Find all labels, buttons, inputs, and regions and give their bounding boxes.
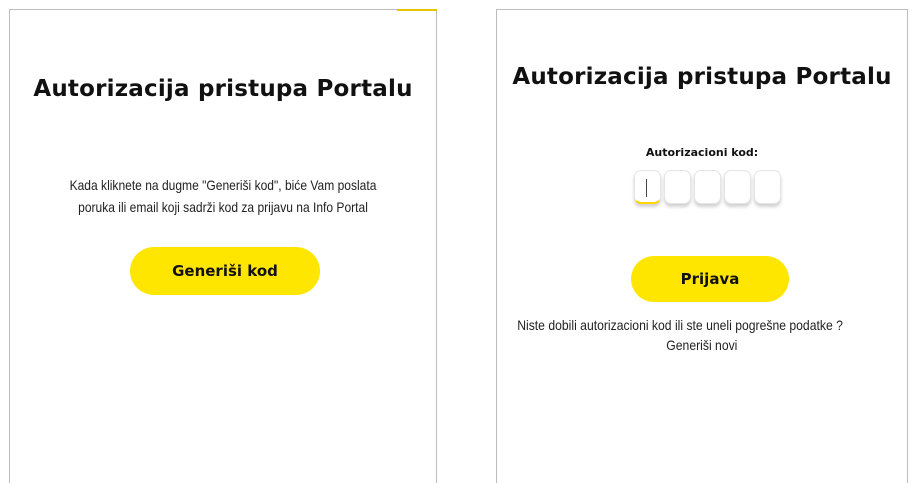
instruction-text-line-1: Kada kliknete na dugme "Generiši kod", b… xyxy=(69,177,377,193)
screenshot-stage: Autorizacija pristupa Portalu Kada klikn… xyxy=(0,0,922,483)
code-digit-input-5[interactable] xyxy=(754,170,781,204)
login-button[interactable]: Prijava xyxy=(631,256,789,302)
code-digit-input-3[interactable] xyxy=(694,170,721,204)
authorization-panel-login: Autorizacija pristupa Portalu Autorizaci… xyxy=(496,9,908,483)
page-title: Autorizacija pristupa Portalu xyxy=(512,64,892,90)
code-digit-input-1[interactable] xyxy=(634,170,661,204)
help-text: Niste dobili autorizacioni kod ili ste u… xyxy=(517,317,843,333)
page-title: Autorizacija pristupa Portalu xyxy=(33,76,413,102)
panel-corner-accent xyxy=(397,9,437,11)
code-digit-input-4[interactable] xyxy=(724,170,751,204)
authorization-panel-generate: Autorizacija pristupa Portalu Kada klikn… xyxy=(9,9,437,483)
authorization-code-input-group xyxy=(634,170,784,206)
instruction-text: Kada kliknete na dugme "Generiši kod", b… xyxy=(48,174,397,218)
regenerate-code-link[interactable]: Generiši novi xyxy=(497,337,907,353)
instruction-text-line-2: poruka ili email koji sadrži kod za prij… xyxy=(78,199,368,215)
authorization-code-label: Autorizacioni kod: xyxy=(645,146,759,159)
text-caret xyxy=(646,179,647,197)
regenerate-code-link-label: Generiši novi xyxy=(666,337,738,353)
generate-code-button[interactable]: Generiši kod xyxy=(130,247,320,295)
code-digit-input-2[interactable] xyxy=(664,170,691,204)
